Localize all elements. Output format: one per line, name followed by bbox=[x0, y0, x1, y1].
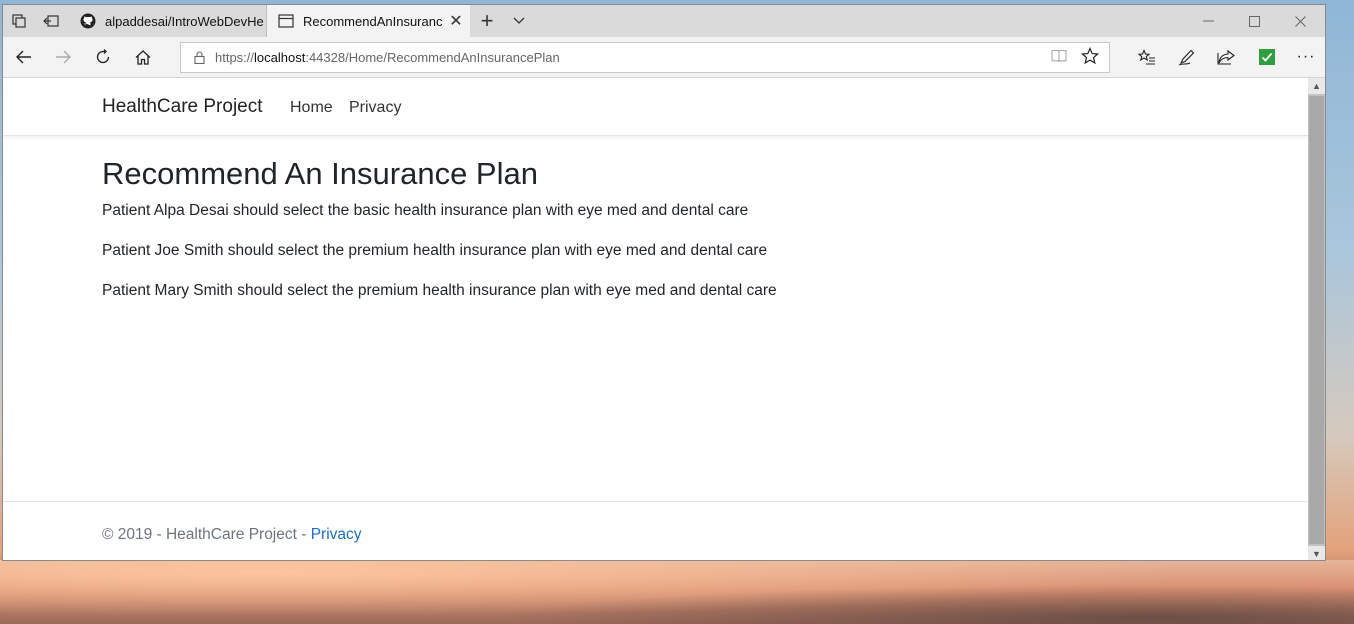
desktop-wallpaper bbox=[0, 560, 1354, 624]
url-scheme: https:// bbox=[215, 50, 255, 65]
tab-recommend[interactable]: RecommendAnInsuranc ✕ bbox=[267, 5, 470, 37]
refresh-icon[interactable] bbox=[87, 41, 119, 73]
home-icon[interactable] bbox=[127, 41, 159, 73]
url-path: :44328/Home/RecommendAnInsurancePlan bbox=[305, 50, 560, 65]
favorite-star-icon[interactable] bbox=[1080, 46, 1100, 68]
scroll-down-icon[interactable]: ▼ bbox=[1308, 546, 1325, 560]
site-header: HealthCare Project Home Privacy bbox=[3, 78, 1309, 136]
recommendation-item: Patient Alpa Desai should select the bas… bbox=[102, 202, 749, 219]
favorites-hub-icon[interactable] bbox=[1131, 41, 1163, 73]
nav-privacy[interactable]: Privacy bbox=[349, 99, 401, 117]
brand-link[interactable]: HealthCare Project bbox=[102, 96, 263, 118]
tab-title: RecommendAnInsuranc bbox=[303, 13, 442, 29]
browser-window: alpaddesai/IntroWebDevHe RecommendAnInsu… bbox=[2, 4, 1326, 561]
back-icon[interactable] bbox=[8, 41, 40, 73]
tab-preview-chevron-icon[interactable] bbox=[503, 5, 535, 37]
github-icon bbox=[79, 12, 97, 30]
close-tab-icon[interactable]: ✕ bbox=[442, 11, 470, 31]
page-title: Recommend An Insurance Plan bbox=[102, 156, 538, 191]
tab-strip: alpaddesai/IntroWebDevHe RecommendAnInsu… bbox=[3, 5, 1325, 37]
recommendation-item: Patient Mary Smith should select the pre… bbox=[102, 282, 777, 299]
minimize-icon[interactable] bbox=[1185, 5, 1231, 37]
site-footer: © 2019 - HealthCare Project - Privacy bbox=[3, 501, 1309, 560]
more-menu-icon[interactable]: ··· bbox=[1290, 41, 1322, 73]
scroll-up-icon[interactable]: ▲ bbox=[1308, 78, 1325, 94]
maximize-icon[interactable] bbox=[1231, 5, 1277, 37]
footer-privacy-link[interactable]: Privacy bbox=[311, 526, 362, 543]
copyright-text: © 2019 - HealthCare Project - bbox=[102, 526, 311, 543]
page-viewport: HealthCare Project Home Privacy Recommen… bbox=[3, 78, 1309, 560]
tab-title: alpaddesai/IntroWebDevHe bbox=[105, 13, 264, 29]
close-window-icon[interactable] bbox=[1277, 5, 1323, 37]
vertical-scrollbar[interactable]: ▲ ▼ bbox=[1308, 78, 1325, 560]
tab-github[interactable]: alpaddesai/IntroWebDevHe bbox=[69, 5, 267, 37]
reading-view-icon[interactable] bbox=[1051, 48, 1067, 67]
new-tab-icon[interactable]: + bbox=[471, 5, 503, 37]
url-host: localhost bbox=[254, 50, 306, 65]
recommendation-item: Patient Joe Smith should select the prem… bbox=[102, 242, 768, 259]
scrollbar-thumb[interactable] bbox=[1309, 96, 1324, 544]
nav-home[interactable]: Home bbox=[290, 99, 333, 117]
page-icon bbox=[277, 12, 295, 30]
address-bar[interactable]: https://localhost:44328/Home/RecommendAn… bbox=[180, 42, 1110, 73]
browser-toolbar: https://localhost:44328/Home/RecommendAn… bbox=[3, 37, 1325, 78]
forward-icon[interactable] bbox=[47, 41, 79, 73]
web-note-pen-icon[interactable] bbox=[1171, 41, 1203, 73]
set-tabs-aside-icon[interactable] bbox=[35, 5, 67, 37]
extension-check-icon[interactable] bbox=[1251, 41, 1283, 73]
footer-text: © 2019 - HealthCare Project - Privacy bbox=[102, 526, 362, 544]
lock-icon bbox=[187, 51, 211, 64]
tab-actions-icon[interactable] bbox=[3, 5, 35, 37]
share-icon[interactable] bbox=[1210, 41, 1242, 73]
